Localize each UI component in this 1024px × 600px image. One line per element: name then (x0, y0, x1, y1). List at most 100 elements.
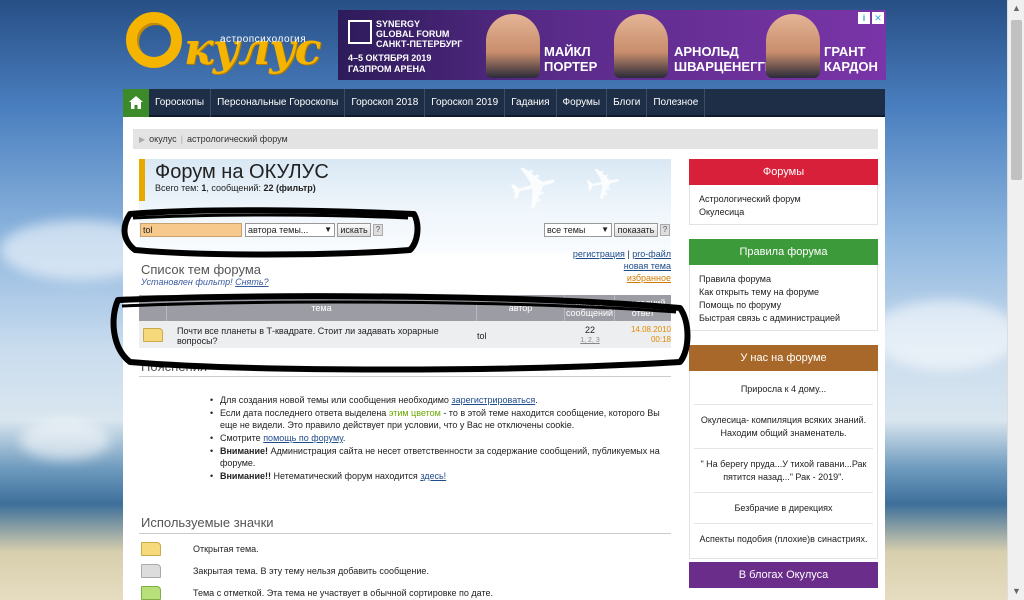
note-text: Смотрите (220, 433, 264, 443)
topic-pages[interactable]: 1, 2, 3 (569, 337, 611, 344)
ad-close-icon[interactable]: ✕ (872, 12, 884, 24)
sidebar-divider (694, 515, 873, 524)
sidebar-rules-header[interactable]: Правила форума (689, 239, 878, 265)
ad-info-icon[interactable]: i (858, 12, 870, 24)
sidebar-topic-link[interactable]: Безбрачие в дирекциях (690, 502, 877, 515)
title-accent-bar (139, 159, 145, 201)
table-header: тема автор Кол-во сообщений последний от… (139, 295, 671, 321)
ad-date: 4–5 ОКТЯБРЯ 2019 ГАЗПРОМ АРЕНА (348, 53, 432, 74)
filter-field-select[interactable]: автора темы... ▼ (245, 223, 335, 237)
icons-legend-title: Используемые значки (141, 515, 274, 530)
site-logo[interactable]: кулус астропсихология (124, 8, 321, 78)
sidebar-item-open-topic[interactable]: Как открыть тему на форуме (690, 286, 877, 299)
scroll-thumb[interactable] (1011, 20, 1022, 180)
speaker-name: МАЙКЛ ПОРТЕР (544, 44, 598, 74)
nav-item-forums[interactable]: Форумы (557, 89, 608, 117)
main-nav: Гороскопы Персональные Гороскопы Гороско… (123, 89, 885, 117)
chevron-down-icon: ▼ (601, 225, 609, 234)
sidebar-forums-list: Астрологический форум Окулесица (689, 185, 878, 225)
scroll-up-icon[interactable]: ▲ (1008, 0, 1024, 17)
nav-list: Гороскопы Персональные Гороскопы Гороско… (149, 89, 706, 117)
sidebar-topic-link[interactable]: Аспекты подобия (плохие)в синастриях. (690, 533, 877, 546)
ad-brand: SYNERGY GLOBAL FORUM САНКТ-ПЕТЕРБУРГ (376, 19, 463, 49)
header-count[interactable]: Кол-во сообщений (565, 295, 615, 321)
profile-link[interactable]: pro-файл (632, 249, 671, 259)
note-item: Внимание!! Нетематический форум находитс… (210, 470, 672, 482)
ad-banner[interactable]: SYNERGY GLOBAL FORUM САНКТ-ПЕТЕРБУРГ 4–5… (338, 10, 886, 80)
sidebar-topic-link[interactable]: Окулесица- компиляция всяких знаний. Нах… (690, 414, 877, 440)
logo-ring (126, 12, 182, 68)
header-topic[interactable]: тема (167, 295, 477, 321)
sidebar-onforum-list: Приросла к 4 дому... Окулесица- компиляц… (689, 371, 878, 559)
speaker-name: ГРАНТ КАРДОН (824, 44, 878, 74)
notes-title: Пояснения (141, 359, 208, 374)
nav-item-horoscope-2019[interactable]: Гороскоп 2019 (425, 89, 506, 117)
forum-help-link[interactable]: помощь по форуму (263, 433, 343, 443)
note-item: Внимание! Администрация сайта не несет о… (210, 445, 672, 469)
sidebar-item-astro-forum[interactable]: Астрологический форум (690, 193, 877, 206)
messages-count: 22 (фильтр) (263, 183, 316, 193)
note-text: Администрация сайта не несет ответственн… (220, 446, 660, 468)
folder-open-icon (141, 542, 161, 556)
breadcrumb-home[interactable]: окулус (149, 134, 177, 144)
table-row[interactable]: Почти все планеты в Т-квадрате. Стоит ли… (139, 321, 671, 348)
new-topic-link[interactable]: новая тема (624, 261, 671, 271)
section-divider (139, 376, 671, 377)
note-text: . (535, 395, 538, 405)
help-icon[interactable]: ? (660, 224, 670, 236)
sidebar-topic-link[interactable]: Приросла к 4 дому... (690, 383, 877, 396)
warning-label: Внимание! (220, 446, 268, 456)
nav-item-divination[interactable]: Гадания (505, 89, 557, 117)
main-content: ▶ окулус | астрологический форум Форум на О… (123, 117, 885, 600)
topic-author[interactable]: tol (477, 331, 487, 341)
breadcrumb-separator: | (180, 134, 183, 144)
help-icon[interactable]: ? (373, 224, 383, 236)
section-divider (139, 533, 671, 534)
home-button[interactable] (123, 89, 149, 117)
background-cloud (20, 420, 110, 460)
folder-closed-icon (141, 564, 161, 578)
sidebar-item-rules[interactable]: Правила форума (690, 273, 877, 286)
page-scrollbar[interactable]: ▲ ▼ (1007, 0, 1024, 600)
background-cloud (870, 300, 1020, 370)
legend-text: Закрытая тема. В эту тему нельзя добавит… (193, 566, 429, 576)
search-button[interactable]: искать (337, 223, 371, 237)
filter-note: Установлен фильтр! (141, 277, 233, 287)
notes-list: Для создания новой темы или сообщения не… (210, 394, 672, 483)
favorites-link[interactable]: избранное (627, 273, 671, 283)
register-note-link[interactable]: зарегистрироваться (451, 395, 535, 405)
note-text: Для создания новой темы или сообщения не… (220, 395, 452, 405)
speaker-photo (614, 14, 668, 78)
filter-search-input[interactable]: tol (140, 223, 242, 237)
synergy-logo-icon (348, 20, 372, 44)
reset-filter-link[interactable]: Снять? (235, 277, 269, 287)
page-title: Форум на ОКУЛУС (155, 161, 329, 183)
sidebar-item-contact-admin[interactable]: Быстрая связь с администрацией (690, 312, 877, 325)
chevron-down-icon: ▼ (324, 225, 332, 234)
show-button[interactable]: показать (614, 223, 658, 237)
register-link[interactable]: регистрация (573, 249, 625, 259)
header-icon-col (139, 295, 167, 321)
sidebar-forums-header[interactable]: Форумы (689, 159, 878, 185)
nav-item-horoscope-2018[interactable]: Гороскоп 2018 (345, 89, 426, 117)
nav-item-blogs[interactable]: Блоги (607, 89, 648, 117)
sidebar-topic-link[interactable]: " На берегу пруда...У тихой гавани...Рак… (690, 458, 877, 484)
note-text: . (342, 433, 346, 443)
scope-select[interactable]: все темы ▼ (544, 223, 612, 237)
sidebar-blogs-header[interactable]: В блогах Окулуса (689, 562, 878, 588)
header-last-reply[interactable]: последний ответ (615, 295, 671, 321)
nav-item-horoscopes[interactable]: Гороскопы (149, 89, 212, 117)
sidebar-item-help[interactable]: Помощь по форуму (690, 299, 877, 312)
header-author[interactable]: автор (477, 295, 565, 321)
sidebar-item-okulesica[interactable]: Окулесица (690, 206, 877, 219)
topic-message-count: 22 (584, 325, 595, 335)
user-links: регистрация | pro-файл новая тема избран… (561, 248, 671, 284)
nav-item-personal-horoscopes[interactable]: Персональные Гороскопы (211, 89, 346, 117)
sidebar-onforum-header[interactable]: У нас на форуме (689, 345, 878, 371)
offtopic-forum-link[interactable]: здесь! (420, 471, 446, 481)
topic-list-title: Список тем форума (141, 262, 261, 277)
topic-title-link[interactable]: Почти все планеты в Т-квадрате. Стоит ли… (177, 326, 477, 346)
scroll-down-icon[interactable]: ▼ (1008, 583, 1024, 600)
swan-decoration-icon: ✈ (501, 159, 567, 227)
nav-item-useful[interactable]: Полезное (647, 89, 706, 117)
